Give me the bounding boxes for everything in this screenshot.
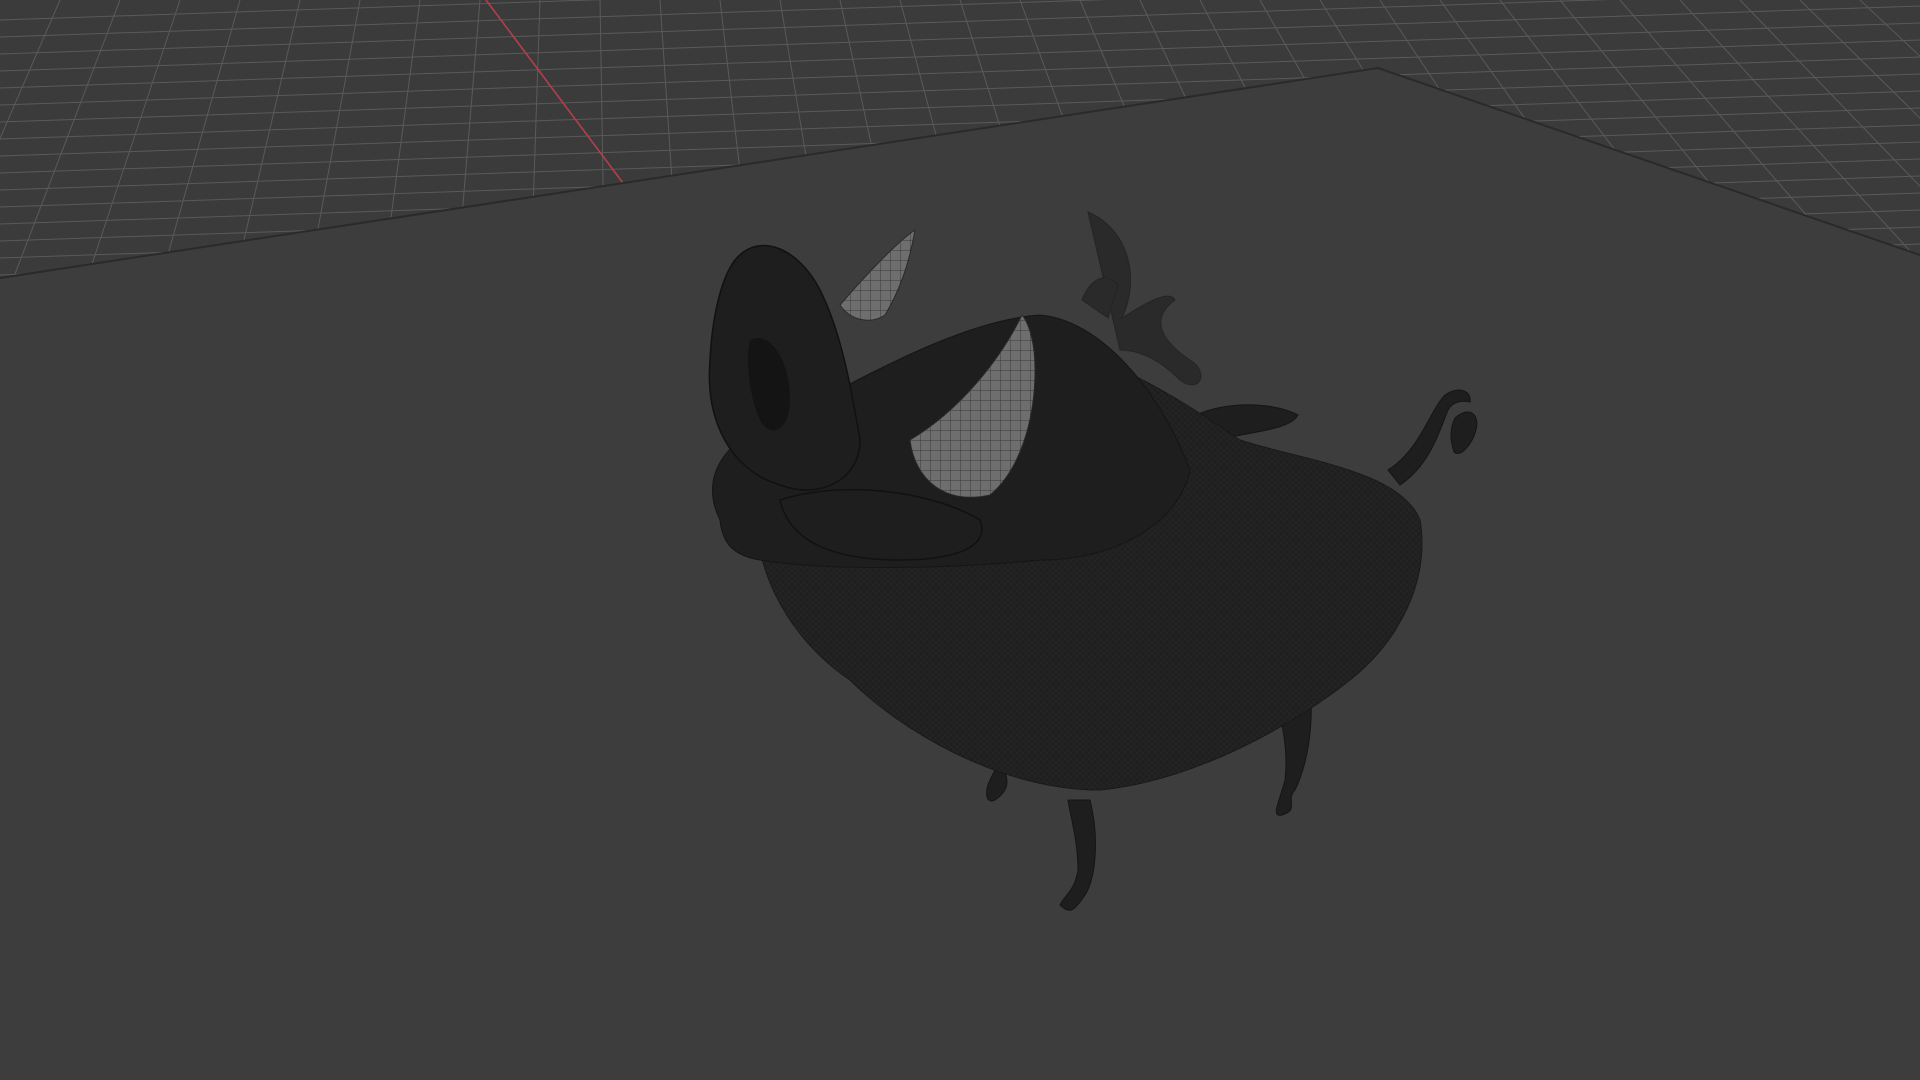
viewport-canvas[interactable] [0, 0, 1920, 1080]
3d-viewport[interactable] [0, 0, 1920, 1080]
